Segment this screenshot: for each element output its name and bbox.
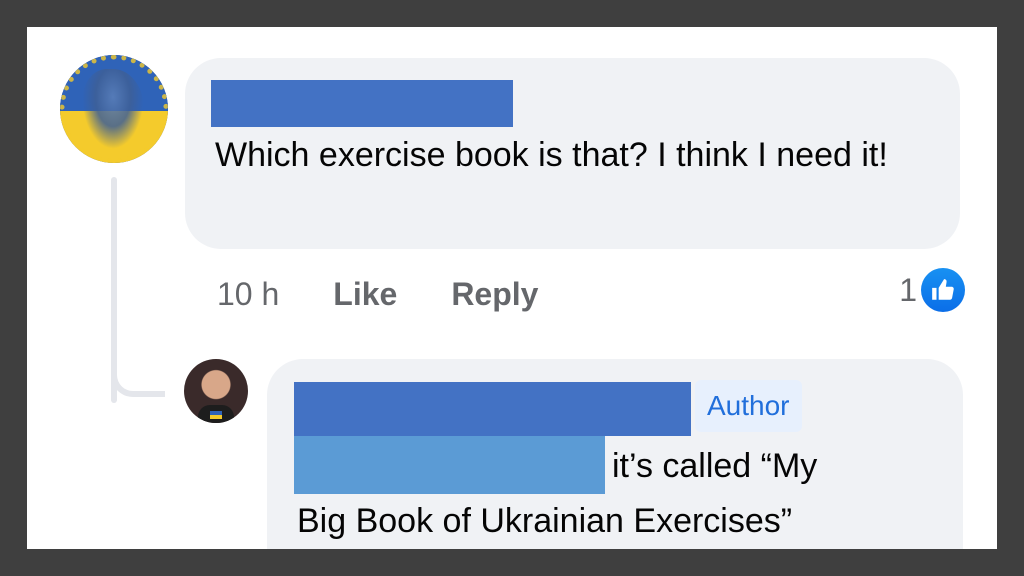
comment-actions: 10 h Like Reply — [217, 272, 538, 316]
avatar-star-ring — [60, 55, 168, 163]
reaction-summary[interactable]: 1 — [899, 267, 965, 313]
redacted-commenter-name — [211, 80, 513, 127]
reply-text-line-2: Big Book of Ukrainian Exercises” — [297, 502, 793, 540]
redacted-reply-author-name — [294, 382, 691, 436]
avatar-flag-pin — [210, 411, 222, 419]
reply-button[interactable]: Reply — [451, 276, 538, 313]
author-badge: Author — [695, 380, 802, 432]
comment-thread-screenshot: Which exercise book is that? I think I n… — [27, 27, 997, 549]
reply-text-line-1: it’s called “My — [612, 447, 818, 485]
redacted-mention — [294, 436, 605, 494]
reply-author-avatar[interactable] — [184, 359, 248, 423]
thread-connector-curve — [111, 365, 165, 397]
thumbs-up-icon — [921, 268, 965, 312]
comment-text: Which exercise book is that? I think I n… — [215, 136, 888, 174]
comment-timestamp[interactable]: 10 h — [217, 276, 279, 313]
reaction-count: 1 — [899, 271, 917, 308]
like-button[interactable]: Like — [333, 276, 397, 313]
commenter-avatar[interactable] — [60, 55, 168, 163]
